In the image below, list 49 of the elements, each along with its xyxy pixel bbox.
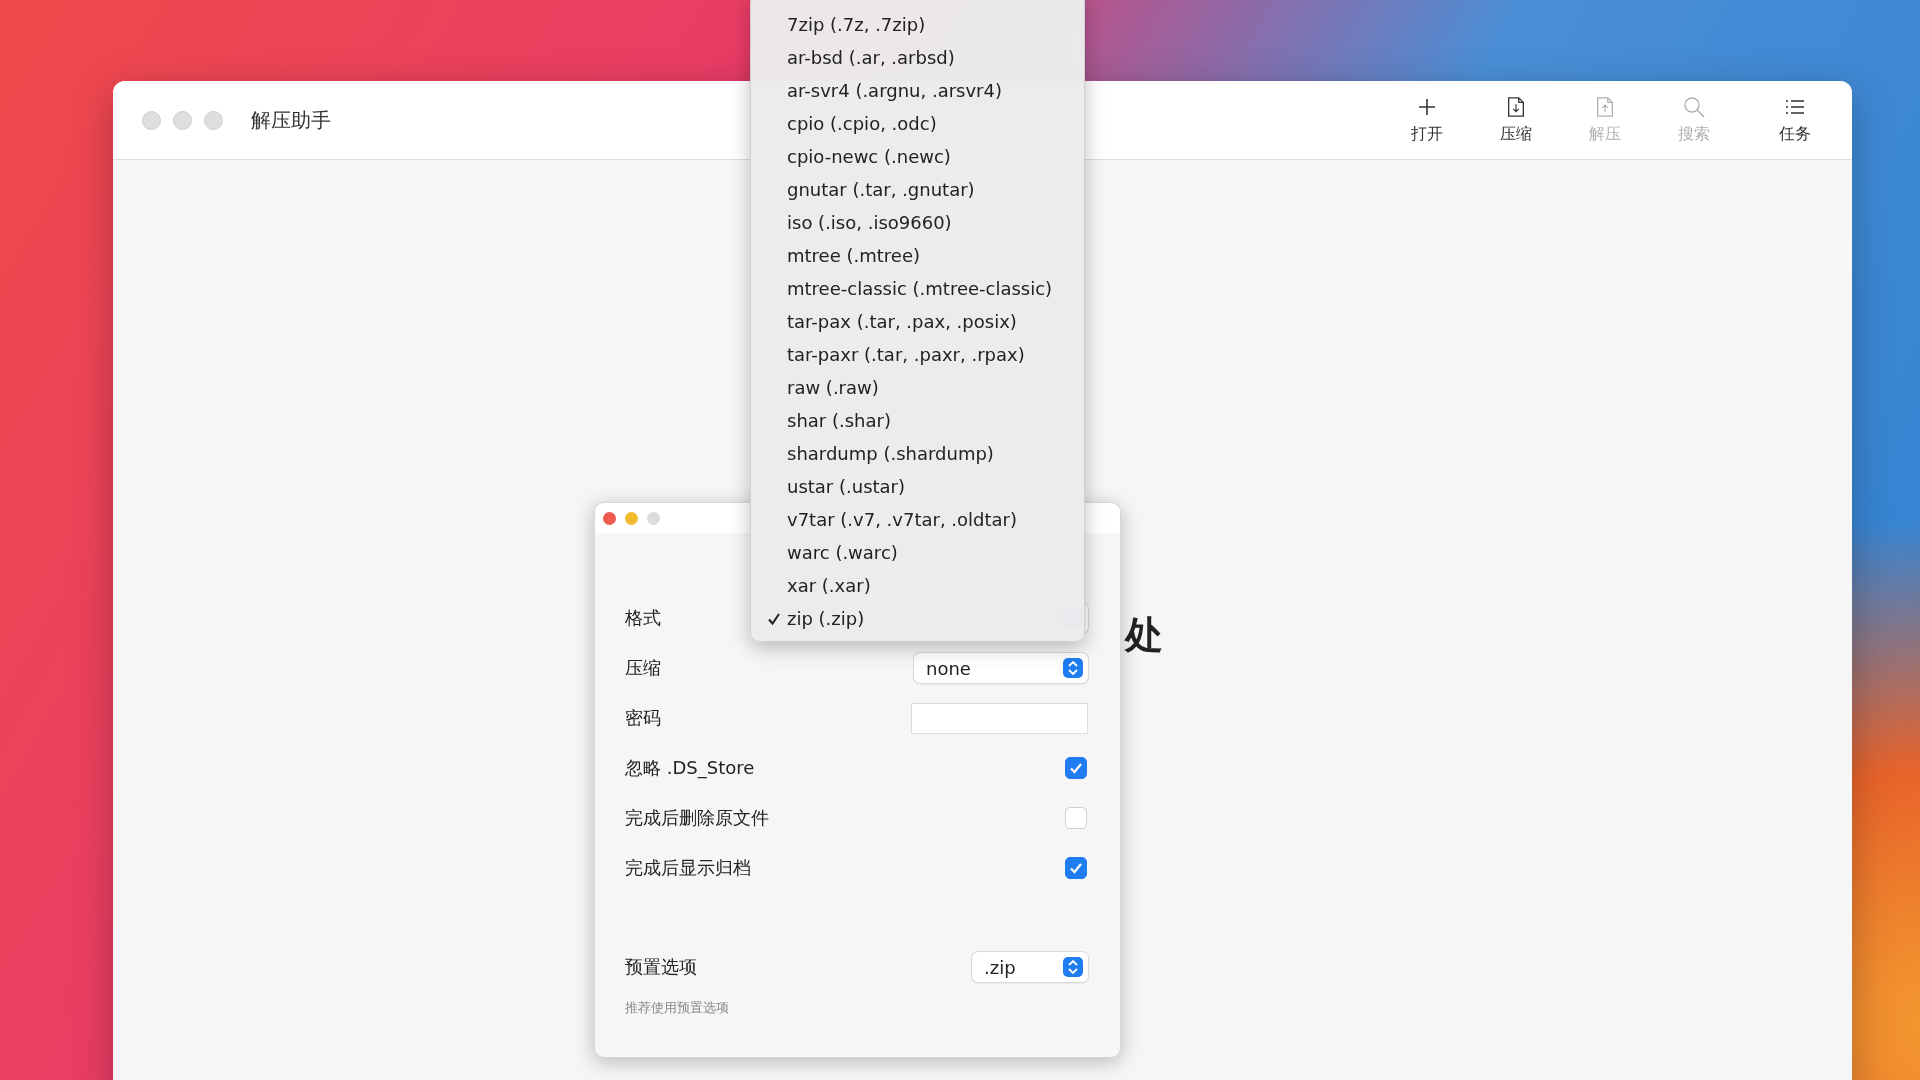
checkbox[interactable] (1065, 757, 1087, 779)
menu-item[interactable]: cpio (.cpio, .odc) (751, 107, 1084, 140)
close-button[interactable] (142, 110, 161, 130)
toolbar-button[interactable]: 打开 (1392, 95, 1462, 145)
option-label: 密码 (625, 706, 661, 730)
zoom-button[interactable] (647, 511, 660, 525)
checkbox[interactable] (1065, 857, 1087, 879)
menu-item[interactable]: ar-bsd (.ar, .arbsd) (751, 41, 1084, 74)
password-field[interactable] (911, 702, 1088, 734)
search-icon (1683, 95, 1705, 118)
menu-item[interactable]: raw (.raw) (751, 371, 1084, 404)
toolbar-button[interactable]: 任务 (1760, 95, 1830, 145)
menu-item[interactable]: cpio-newc (.newc) (751, 140, 1084, 173)
zoom-button[interactable] (204, 110, 223, 130)
checkmark-icon (767, 611, 781, 626)
minimize-button[interactable] (625, 511, 638, 525)
menu-item[interactable]: v7tar (.v7, .v7tar, .oldtar) (751, 503, 1084, 536)
close-button[interactable] (603, 511, 616, 525)
option-label: 格式 (625, 606, 661, 630)
menu-item[interactable]: mtree (.mtree) (751, 239, 1084, 272)
option-label: 压缩 (625, 656, 661, 680)
menu-item[interactable]: shardump (.shardump) (751, 437, 1084, 470)
popup-button[interactable]: .zip (972, 952, 1088, 982)
document-download-icon (1506, 95, 1526, 118)
option-label: 完成后删除原文件 (625, 806, 769, 830)
stepper-icon (1063, 957, 1083, 977)
drop-hint-text: 处 (1125, 612, 1163, 659)
window-title: 解压助手 (251, 106, 331, 134)
option-label: 完成后显示归档 (625, 856, 751, 880)
toolbar-button[interactable]: 压缩 (1481, 95, 1551, 145)
option-label: 忽略 .DS_Store (625, 756, 755, 780)
menu-item[interactable]: iso (.iso, .iso9660) (751, 206, 1084, 239)
minimize-button[interactable] (173, 110, 192, 130)
menu-item[interactable]: warc (.warc) (751, 536, 1084, 569)
document-upload-icon (1595, 95, 1615, 118)
menu-item[interactable]: ustar (.ustar) (751, 470, 1084, 503)
menu-item[interactable]: shar (.shar) (751, 404, 1084, 437)
stepper-icon (1063, 658, 1083, 678)
menu-item[interactable]: xar (.xar) (751, 569, 1084, 602)
menu-item[interactable]: 7zip (.7z, .7zip) (751, 8, 1084, 41)
menu-item[interactable]: gnutar (.tar, .gnutar) (751, 173, 1084, 206)
menu-item[interactable]: tar-paxr (.tar, .paxr, .rpax) (751, 338, 1084, 371)
option-label: 预置选项 (625, 955, 697, 979)
menu-item[interactable]: mtree-classic (.mtree-classic) (751, 272, 1084, 305)
hint-text: 推荐使用预置选项 (625, 999, 730, 1017)
menu-item[interactable]: ar-svr4 (.argnu, .arsvr4) (751, 74, 1084, 107)
menu-item[interactable]: zip (.zip) (751, 602, 1084, 635)
popup-button[interactable]: none (914, 653, 1088, 683)
menu-item[interactable]: tar-pax (.tar, .pax, .posix) (751, 305, 1084, 338)
